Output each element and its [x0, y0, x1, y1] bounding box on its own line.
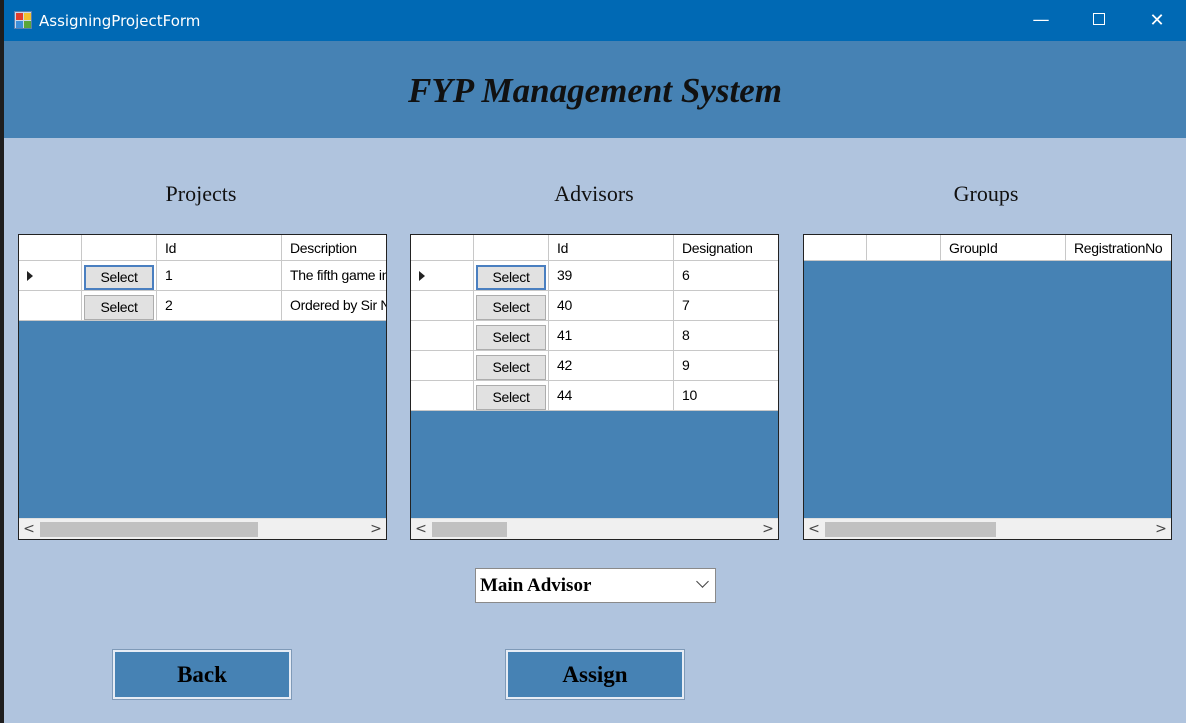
advisors-grid[interactable]: Id Designation Select 39 6 Select 40 7 S…	[410, 234, 779, 540]
back-button[interactable]: Back	[112, 649, 292, 700]
table-row[interactable]: Select 40 7	[411, 291, 778, 321]
chevron-down-icon	[696, 575, 709, 588]
row-header[interactable]	[411, 351, 474, 380]
column-header-group-id[interactable]: GroupId	[941, 235, 1066, 260]
scroll-right-icon[interactable]: >	[1151, 519, 1171, 539]
maximize-icon	[1093, 12, 1105, 25]
description-cell[interactable]: Ordered by Sir N	[282, 291, 386, 320]
id-cell[interactable]: 1	[157, 261, 282, 290]
column-header-description[interactable]: Description	[282, 235, 386, 260]
advisor-role-value: Main Advisor	[480, 575, 592, 596]
designation-cell[interactable]: 8	[674, 321, 778, 350]
select-cell: Select	[474, 381, 549, 410]
advisors-grid-header: Id Designation	[411, 235, 778, 261]
column-header-id[interactable]: Id	[549, 235, 674, 260]
projects-grid[interactable]: Id Description Select 1 The fifth game i…	[18, 234, 387, 540]
row-header[interactable]	[19, 291, 82, 320]
scroll-right-icon[interactable]: >	[366, 519, 386, 539]
row-header[interactable]	[411, 381, 474, 410]
select-button[interactable]: Select	[476, 264, 546, 290]
window-title: AssigningProjectForm	[39, 12, 201, 30]
row-header[interactable]	[411, 321, 474, 350]
column-header-rowhead	[19, 235, 82, 260]
assigning-project-form-window: AssigningProjectForm — ✕ FYP Management …	[4, 0, 1186, 723]
id-cell[interactable]: 40	[549, 291, 674, 320]
id-cell[interactable]: 39	[549, 261, 674, 290]
groups-grid[interactable]: GroupId RegistrationNo < >	[803, 234, 1172, 540]
close-button[interactable]: ✕	[1128, 0, 1186, 41]
scrollbar-thumb[interactable]	[40, 522, 258, 537]
id-cell[interactable]: 42	[549, 351, 674, 380]
column-header-select	[474, 235, 549, 260]
projects-grid-header: Id Description	[19, 235, 386, 261]
scrollbar-thumb[interactable]	[432, 522, 507, 537]
app-title: FYP Management System	[408, 71, 782, 110]
description-cell[interactable]: The fifth game in	[282, 261, 386, 290]
column-header-designation[interactable]: Designation	[674, 235, 778, 260]
scroll-left-icon[interactable]: <	[804, 519, 824, 539]
table-row[interactable]: Select 1 The fifth game in	[19, 261, 386, 291]
designation-cell[interactable]: 6	[674, 261, 778, 290]
select-cell: Select	[82, 261, 157, 290]
current-row-arrow-icon	[27, 271, 33, 281]
assign-button[interactable]: Assign	[505, 649, 685, 700]
column-header-id[interactable]: Id	[157, 235, 282, 260]
table-row[interactable]: Select 41 8	[411, 321, 778, 351]
current-row-arrow-icon	[419, 271, 425, 281]
app-icon	[14, 11, 32, 29]
id-cell[interactable]: 2	[157, 291, 282, 320]
column-header-select	[82, 235, 157, 260]
id-cell[interactable]: 44	[549, 381, 674, 410]
designation-cell[interactable]: 7	[674, 291, 778, 320]
select-button[interactable]: Select	[476, 324, 546, 350]
row-header[interactable]	[411, 291, 474, 320]
table-row[interactable]: Select 39 6	[411, 261, 778, 291]
select-cell: Select	[82, 291, 157, 320]
groups-title: Groups	[953, 181, 1019, 206]
row-header[interactable]	[411, 261, 474, 290]
column-header-select	[867, 235, 941, 260]
scroll-left-icon[interactable]: <	[411, 519, 431, 539]
select-cell: Select	[474, 321, 549, 350]
select-cell: Select	[474, 351, 549, 380]
column-header-registration-no[interactable]: RegistrationNo	[1066, 235, 1171, 260]
select-cell: Select	[474, 291, 549, 320]
table-row[interactable]: Select 42 9	[411, 351, 778, 381]
advisors-horizontal-scrollbar[interactable]: < >	[411, 518, 778, 539]
column-header-rowhead	[411, 235, 474, 260]
title-bar[interactable]: AssigningProjectForm — ✕	[4, 0, 1186, 41]
select-button[interactable]: Select	[84, 264, 154, 290]
column-header-rowhead	[804, 235, 867, 260]
advisor-role-dropdown[interactable]: Main Advisor	[475, 568, 716, 603]
table-row[interactable]: Select 2 Ordered by Sir N	[19, 291, 386, 321]
id-cell[interactable]: 41	[549, 321, 674, 350]
maximize-button[interactable]	[1070, 0, 1128, 41]
groups-grid-header: GroupId RegistrationNo	[804, 235, 1171, 261]
projects-horizontal-scrollbar[interactable]: < >	[19, 518, 386, 539]
select-button[interactable]: Select	[84, 294, 154, 320]
minimize-button[interactable]: —	[1012, 0, 1070, 41]
designation-cell[interactable]: 10	[674, 381, 778, 410]
projects-title: Projects	[165, 181, 237, 206]
select-cell: Select	[474, 261, 549, 290]
groups-horizontal-scrollbar[interactable]: < >	[804, 518, 1171, 539]
select-button[interactable]: Select	[476, 294, 546, 320]
table-row[interactable]: Select 44 10	[411, 381, 778, 411]
select-button[interactable]: Select	[476, 354, 546, 380]
designation-cell[interactable]: 9	[674, 351, 778, 380]
scrollbar-thumb[interactable]	[825, 522, 996, 537]
scroll-left-icon[interactable]: <	[19, 519, 39, 539]
scroll-right-icon[interactable]: >	[758, 519, 778, 539]
select-button[interactable]: Select	[476, 384, 546, 410]
advisors-title: Advisors	[554, 181, 634, 206]
row-header[interactable]	[19, 261, 82, 290]
